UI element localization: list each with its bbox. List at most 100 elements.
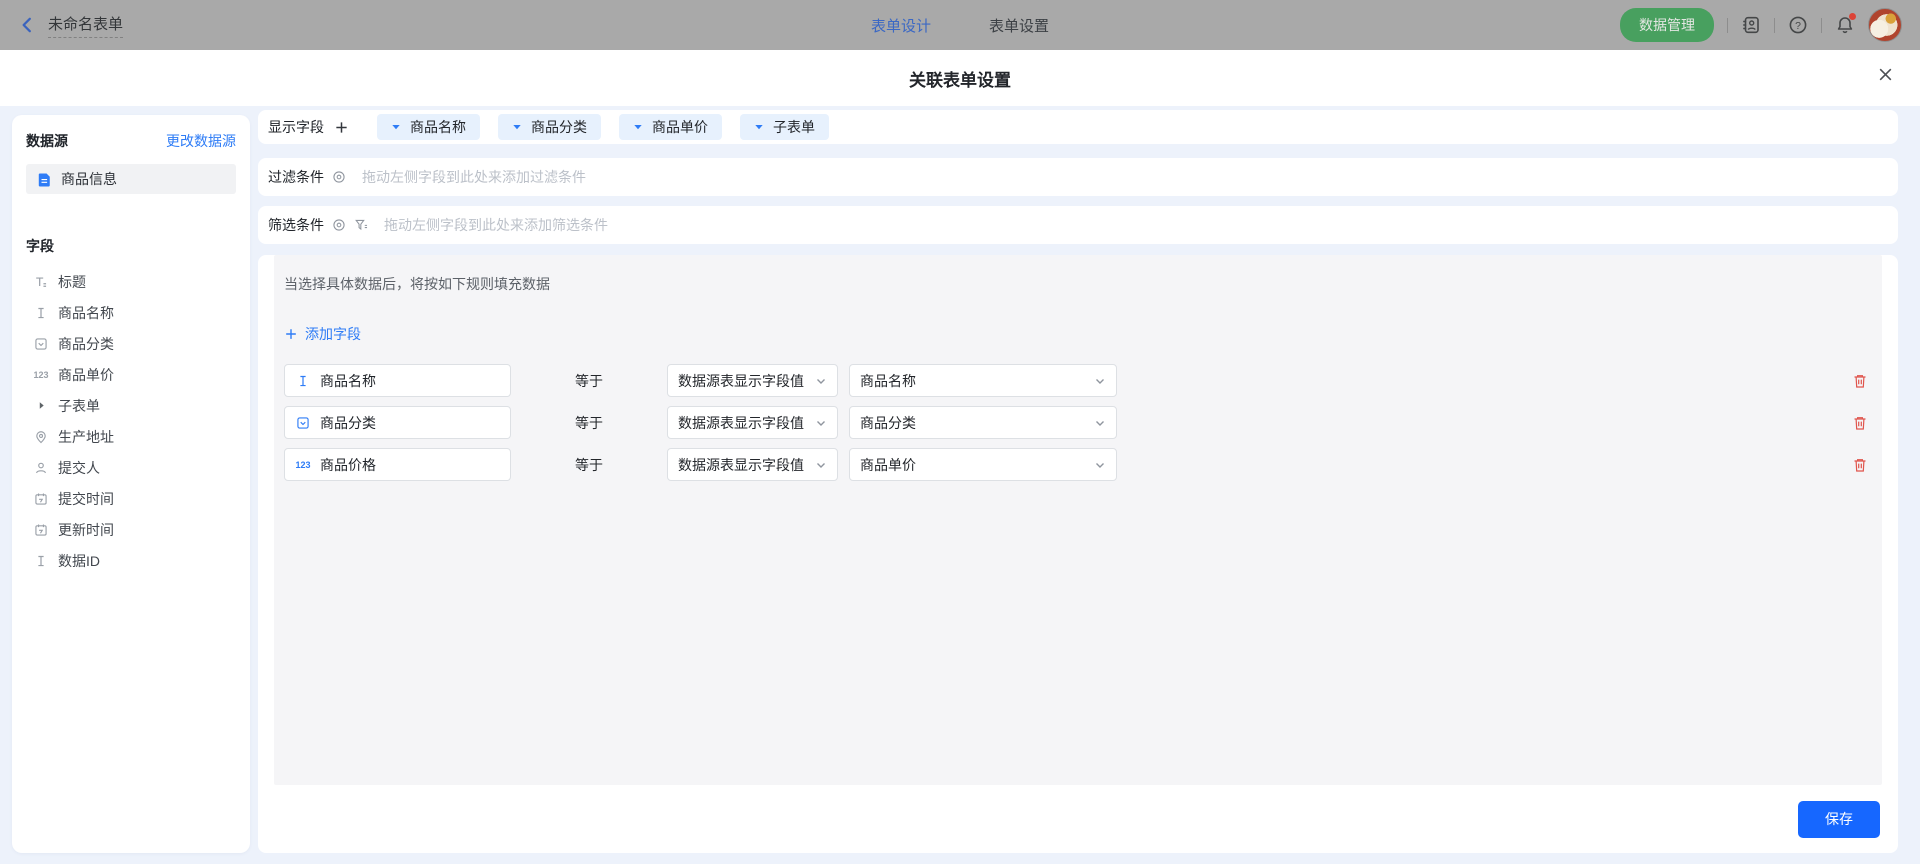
data-manage-button[interactable]: 数据管理 xyxy=(1620,8,1714,42)
sift-dropzone-placeholder[interactable]: 拖动左侧字段到此处来添加筛选条件 xyxy=(384,215,608,235)
rule-source-value: 数据源表显示字段值 xyxy=(678,413,804,433)
divider xyxy=(1821,18,1822,33)
help-circle-icon[interactable] xyxy=(332,170,346,184)
text-input-icon xyxy=(33,306,49,320)
delete-rule-icon[interactable] xyxy=(1852,415,1868,431)
avatar[interactable] xyxy=(1868,8,1902,42)
field-item-label: 商品名称 xyxy=(58,303,114,323)
field-item-product-category[interactable]: 商品分类 xyxy=(26,328,236,359)
field-item-label: 数据ID xyxy=(58,551,100,571)
display-tag-product-name[interactable]: 商品名称 xyxy=(377,114,480,140)
rule-value: 商品分类 xyxy=(860,413,916,433)
close-icon[interactable] xyxy=(1877,66,1894,83)
form-name[interactable]: 未命名表单 xyxy=(48,13,123,38)
rule-value: 商品单价 xyxy=(860,455,916,475)
filter-dropzone-placeholder[interactable]: 拖动左侧字段到此处来添加过滤条件 xyxy=(362,167,586,187)
number-icon: 123 xyxy=(295,460,311,470)
calendar-icon xyxy=(33,492,49,506)
field-list: 标题 商品名称 商品分类 123 商品单价 xyxy=(26,266,236,576)
help-icon[interactable]: ? xyxy=(1788,15,1808,35)
field-item-product-name[interactable]: 商品名称 xyxy=(26,297,236,328)
field-item-product-price[interactable]: 123 商品单价 xyxy=(26,359,236,390)
related-form-settings-modal: 关联表单设置 数据源 更改数据源 商品信息 字段 标题 xyxy=(0,50,1920,864)
caret-down-icon xyxy=(391,122,401,132)
help-circle-icon[interactable] xyxy=(332,218,346,232)
tab-form-settings[interactable]: 表单设置 xyxy=(989,15,1049,36)
tag-label: 商品单价 xyxy=(652,117,708,137)
rule-field-selector[interactable]: 商品分类 xyxy=(284,406,511,439)
rule-source-select[interactable]: 数据源表显示字段值 xyxy=(667,448,838,481)
filter-condition-label: 过滤条件 xyxy=(268,167,324,187)
field-item-subform[interactable]: 子表单 xyxy=(26,390,236,421)
rule-source-select[interactable]: 数据源表显示字段值 xyxy=(667,406,838,439)
display-tag-product-category[interactable]: 商品分类 xyxy=(498,114,601,140)
main-settings-area: 显示字段 商品名称 商品分类 商品单价 子表单 xyxy=(258,110,1898,853)
field-item-data-id[interactable]: 数据ID xyxy=(26,545,236,576)
field-item-production-address[interactable]: 生产地址 xyxy=(26,421,236,452)
datasource-item[interactable]: 商品信息 xyxy=(26,164,236,194)
rule-field-selector[interactable]: 商品名称 xyxy=(284,364,511,397)
rule-row: 123 商品价格 等于 数据源表显示字段值 商品单价 xyxy=(284,448,1872,481)
filter-funnel-icon[interactable] xyxy=(354,218,368,232)
add-display-field-icon[interactable] xyxy=(334,120,349,135)
caret-down-icon xyxy=(633,122,643,132)
field-item-label: 更新时间 xyxy=(58,520,114,540)
tag-label: 商品名称 xyxy=(410,117,466,137)
tag-label: 子表单 xyxy=(773,117,815,137)
rule-source-select[interactable]: 数据源表显示字段值 xyxy=(667,364,838,397)
chevron-down-icon xyxy=(815,459,827,471)
caret-down-icon xyxy=(754,122,764,132)
display-tag-subform[interactable]: 子表单 xyxy=(740,114,829,140)
add-field-label: 添加字段 xyxy=(305,324,361,344)
contacts-icon[interactable] xyxy=(1741,15,1761,35)
field-item-label: 标题 xyxy=(58,272,86,292)
rule-operator: 等于 xyxy=(575,413,621,433)
rule-operator: 等于 xyxy=(575,455,621,475)
rule-value-select[interactable]: 商品分类 xyxy=(849,406,1117,439)
notifications-bell-icon[interactable] xyxy=(1835,15,1855,35)
delete-rule-icon[interactable] xyxy=(1852,457,1868,473)
field-item-update-time[interactable]: 更新时间 xyxy=(26,514,236,545)
datasource-item-label: 商品信息 xyxy=(61,169,117,189)
tab-form-design[interactable]: 表单设计 xyxy=(871,15,931,36)
chevron-down-icon xyxy=(1094,459,1106,471)
expand-caret-icon[interactable] xyxy=(33,400,49,411)
delete-rule-icon[interactable] xyxy=(1852,373,1868,389)
display-fields-label: 显示字段 xyxy=(268,117,324,137)
change-datasource-link[interactable]: 更改数据源 xyxy=(166,131,236,151)
fill-rules-card: 当选择具体数据后，将按如下规则填充数据 添加字段 商品名称 xyxy=(258,255,1898,853)
fields-title: 字段 xyxy=(26,236,236,256)
field-item-submit-time[interactable]: 提交时间 xyxy=(26,483,236,514)
caret-down-icon xyxy=(512,122,522,132)
field-item-title[interactable]: 标题 xyxy=(26,266,236,297)
field-item-label: 子表单 xyxy=(58,396,100,416)
modal-title: 关联表单设置 xyxy=(909,66,1011,91)
rule-row: 商品名称 等于 数据源表显示字段值 商品名称 xyxy=(284,364,1872,397)
rule-field-label: 商品分类 xyxy=(320,413,376,433)
number-icon: 123 xyxy=(33,370,49,380)
title-icon xyxy=(33,275,49,289)
calendar-icon xyxy=(33,523,49,537)
field-item-label: 商品分类 xyxy=(58,334,114,354)
text-input-icon xyxy=(33,554,49,568)
sift-condition-label: 筛选条件 xyxy=(268,215,324,235)
display-field-tags: 商品名称 商品分类 商品单价 子表单 xyxy=(377,114,829,140)
location-icon xyxy=(33,430,49,444)
field-item-submitter[interactable]: 提交人 xyxy=(26,452,236,483)
chevron-down-icon xyxy=(1094,375,1106,387)
rule-value-select[interactable]: 商品单价 xyxy=(849,448,1117,481)
chevron-down-icon xyxy=(1094,417,1106,429)
rules-list: 商品名称 等于 数据源表显示字段值 商品名称 xyxy=(284,364,1872,481)
back-button[interactable] xyxy=(18,16,36,34)
save-button[interactable]: 保存 xyxy=(1798,801,1880,838)
form-document-icon xyxy=(36,172,52,187)
rule-row: 商品分类 等于 数据源表显示字段值 商品分类 xyxy=(284,406,1872,439)
display-tag-product-price[interactable]: 商品单价 xyxy=(619,114,722,140)
rule-operator: 等于 xyxy=(575,371,621,391)
display-fields-row: 显示字段 商品名称 商品分类 商品单价 子表单 xyxy=(258,110,1898,144)
rule-source-value: 数据源表显示字段值 xyxy=(678,371,804,391)
rule-field-selector[interactable]: 123 商品价格 xyxy=(284,448,511,481)
svg-text:?: ? xyxy=(1795,20,1801,32)
rule-value-select[interactable]: 商品名称 xyxy=(849,364,1117,397)
add-field-button[interactable]: 添加字段 xyxy=(284,324,361,344)
